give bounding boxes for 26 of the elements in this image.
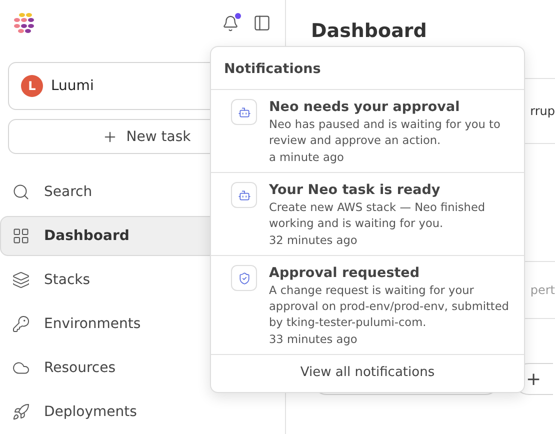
notification-item[interactable]: Approval requested A change request is waiting for your approval on prod-env/prod-env, submitted by tking-tester-pulumi-com. 33 minutes ago <box>211 256 524 355</box>
notification-title: Your Neo task is ready <box>269 182 442 198</box>
page-title: Dashboard <box>311 20 428 42</box>
notification-title: Approval requested <box>269 265 420 281</box>
notification-item[interactable]: Neo needs your approval Neo has paused and is waiting for you to review and approve an action. a minute ago <box>211 90 524 173</box>
logo-icon <box>12 11 36 35</box>
shield-check-icon <box>238 272 250 284</box>
search-icon <box>12 183 30 201</box>
input-placeholder: pert <box>530 283 555 297</box>
notification-body: A change request is waiting for your approval on prod-env/prod-env, submitted by tking-tester-pulumi-com. <box>269 283 510 331</box>
rocket-icon <box>12 403 30 421</box>
robot-icon <box>238 106 250 118</box>
sidebar-toggle-icon[interactable] <box>253 14 271 32</box>
key-icon <box>12 315 30 333</box>
popover-title: Notifications <box>211 47 524 90</box>
layers-icon <box>12 271 30 289</box>
robot-icon <box>238 188 250 202</box>
card-text: rrup <box>530 104 555 118</box>
org-name: Luumi <box>51 78 94 94</box>
notification-item[interactable]: Your Neo task is ready Create new AWS stack — Neo finished working and is waiting for you. 32 minutes ago <box>211 173 524 256</box>
sidebar-item[interactable]: Deployments <box>0 392 285 432</box>
org-avatar: L <box>21 75 43 97</box>
notifications-bell-button[interactable] <box>222 14 239 32</box>
grid-icon <box>12 227 30 245</box>
notification-time: 33 minutes ago <box>269 333 358 346</box>
notification-time: a minute ago <box>269 151 345 164</box>
